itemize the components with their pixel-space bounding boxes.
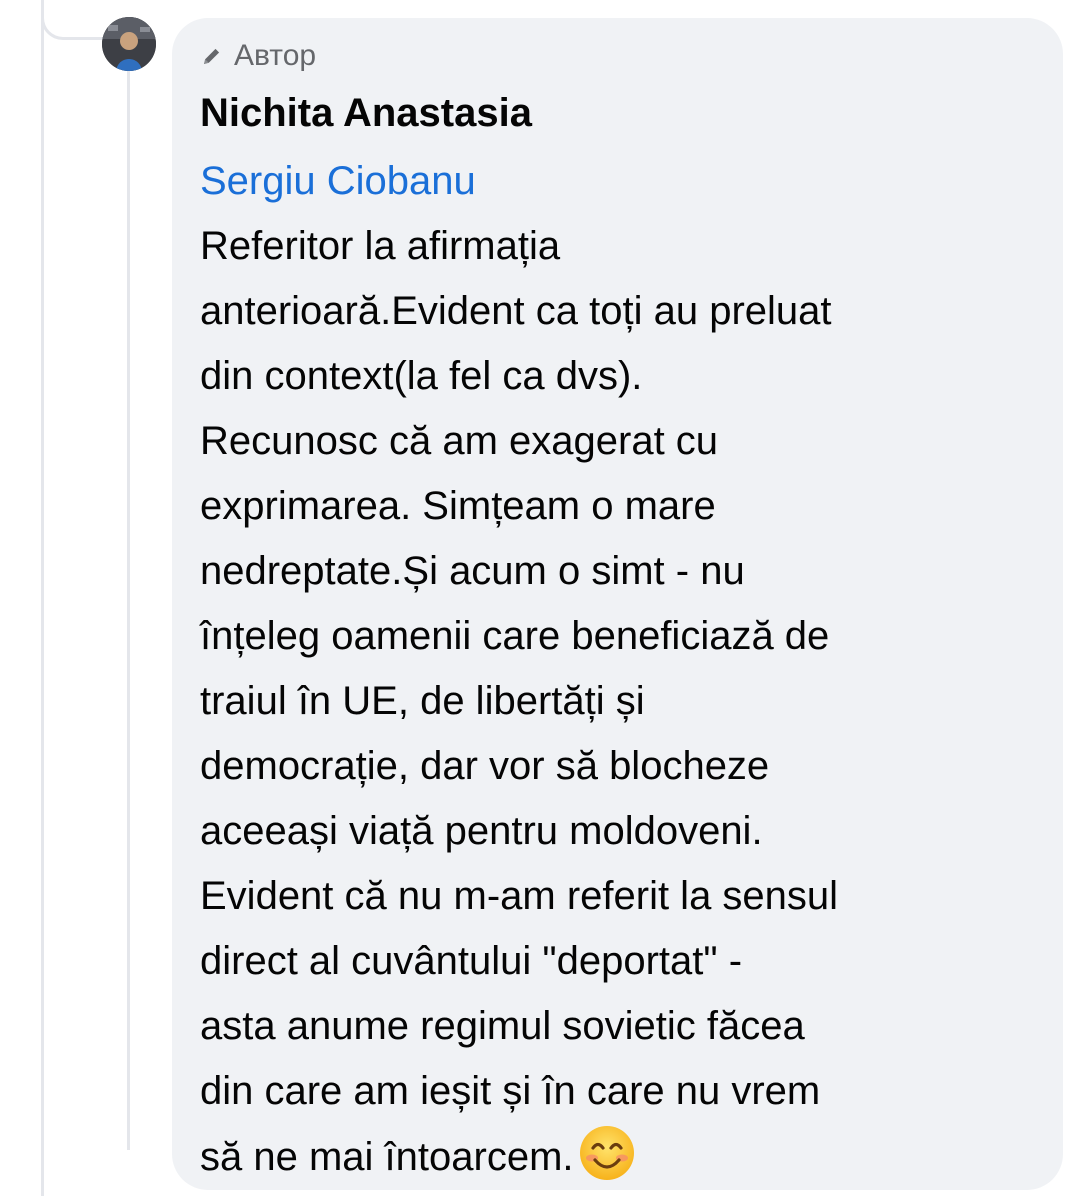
comment-bubble: Автор Nichita Anastasia Sergiu Ciobanu R… [172,18,1063,1190]
avatar-photo [102,17,156,71]
comment-text-line: anterioară.Evident ca toți au preluat [200,289,832,333]
thread-connector-curve [41,0,103,40]
pencil-icon [200,44,224,68]
comment-text-line: din care am ieșit și în care nu vrem [200,1069,821,1113]
author-badge: Автор [200,38,1043,74]
comment-text-line: aceeași viață pentru moldoveni. [200,809,763,853]
comment-text-line: asta anume regimul sovietic făcea [200,1004,805,1048]
comment-text-line: democrație, dar vor să blocheze [200,744,770,788]
comment-author-name[interactable]: Nichita Anastasia [200,89,1043,137]
comment-text-line: din context(la fel ca dvs). [200,354,643,398]
comment-text-line: Recunosc că am exagerat cu [200,419,719,463]
reply-connector-line [127,70,130,1150]
comment-text-line: exprimarea. Simțeam o mare [200,484,716,528]
comment-text: Sergiu Ciobanu Referitor la afirmația an… [200,149,1043,1190]
mentioned-user-link[interactable]: Sergiu Ciobanu [200,149,1043,214]
avatar[interactable] [102,17,156,71]
comment-text-line: Referitor la afirmația [200,224,561,268]
thread-connector-line [41,0,44,1196]
comment-text-last-line: să ne mai întoarcem. [200,1124,1043,1190]
comment-text-line: Evident că nu m-am referit la sensul [200,874,839,918]
comment-text-line: direct al cuvântului "deportat" - [200,939,743,983]
comment-text-line: înțeleg oamenii care beneficiază de [200,614,830,658]
comment-text-line: să ne mai întoarcem. [200,1135,574,1179]
comment-text-line: traiul în UE, de libertăți și [200,679,645,723]
comment-text-line: nedreptate.Și acum o simt - nu [200,549,745,593]
author-badge-label: Автор [234,39,317,72]
smiling-face-emoji-icon [578,1124,636,1182]
